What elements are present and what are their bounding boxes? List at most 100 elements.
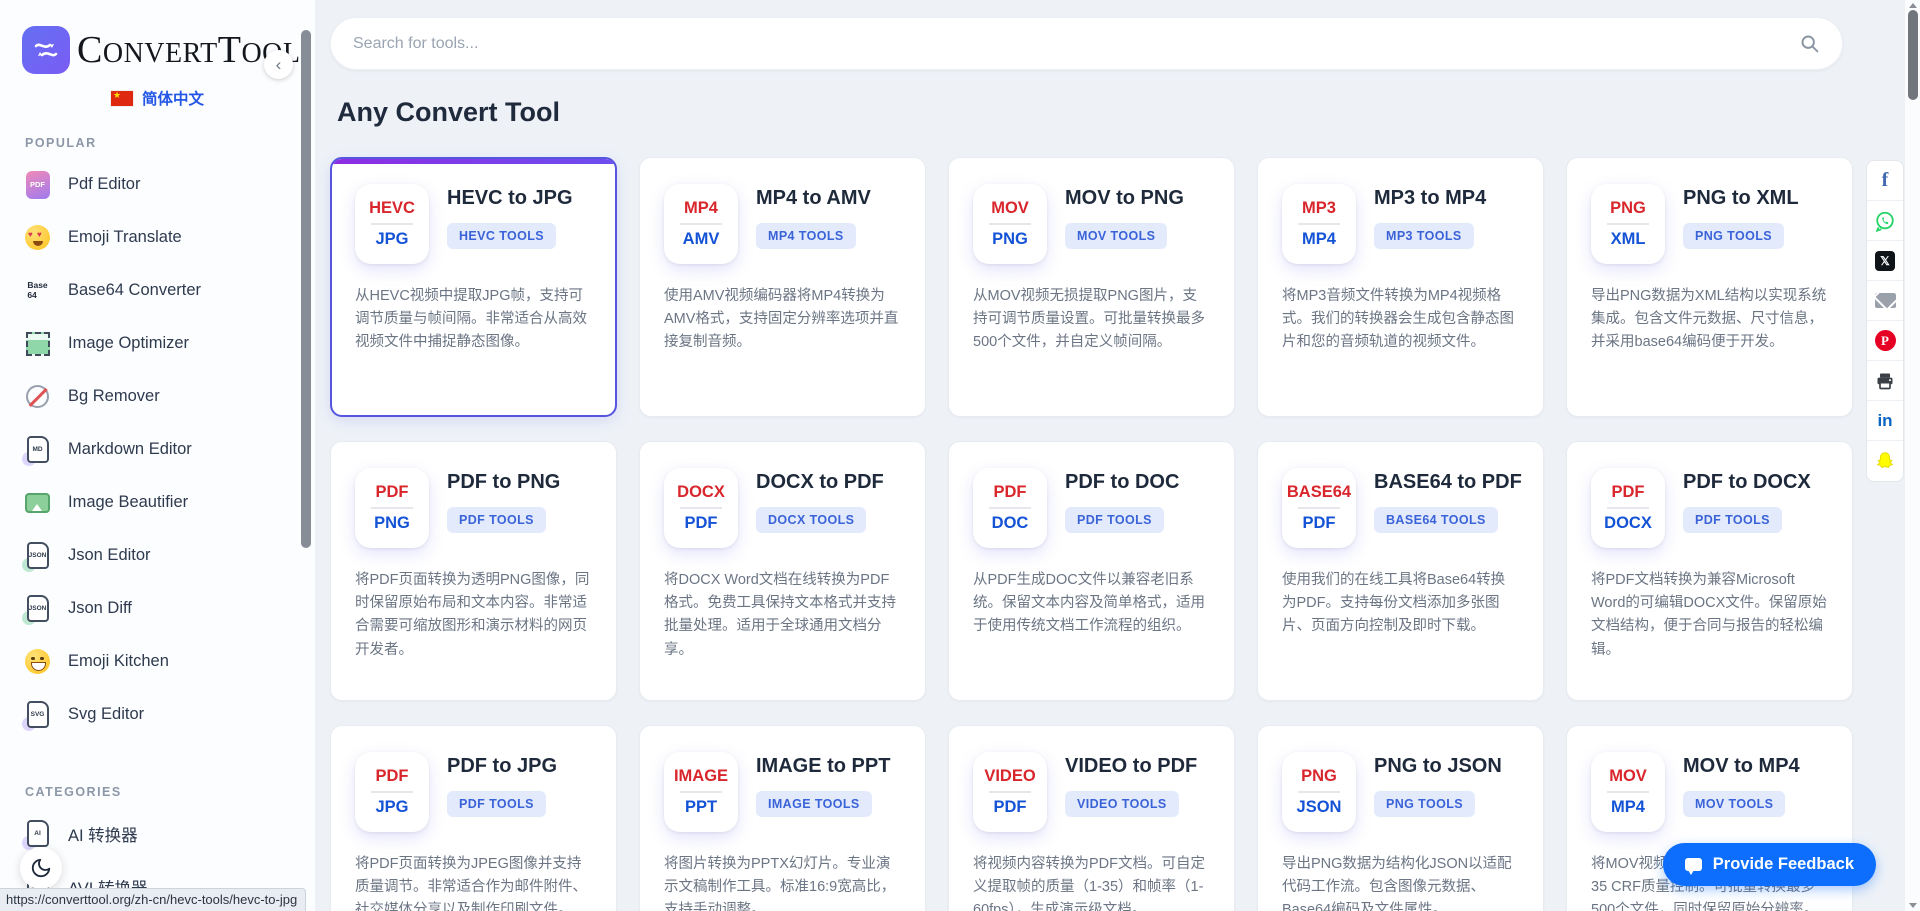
- pinterest-icon[interactable]: P: [1867, 321, 1903, 361]
- tool-card[interactable]: PNG JSON PNG to JSON PNG TOOLS 导出PNG数据为结…: [1257, 725, 1544, 911]
- tool-category-badge[interactable]: PDF TOOLS: [447, 791, 546, 817]
- moon-icon: [30, 857, 52, 879]
- sidebar-nav-item[interactable]: PDF Pdf Editor: [0, 158, 315, 211]
- page-scrollbar-thumb[interactable]: [1908, 10, 1918, 100]
- sidebar-nav-item[interactable]: JSON Json Editor: [0, 529, 315, 582]
- sidebar-nav-item[interactable]: MD Markdown Editor: [0, 423, 315, 476]
- tool-card[interactable]: PDF PNG PDF to PNG PDF TOOLS 将PDF页面转换为透明…: [330, 441, 617, 701]
- tool-description: 从MOV视频无损提取PNG图片，支持可调节质量设置。可批量转换最多500个文件，…: [973, 285, 1210, 355]
- image-optimizer-icon: [24, 330, 51, 358]
- tool-category-badge[interactable]: IMAGE TOOLS: [756, 791, 872, 817]
- sidebar-scrollbar-thumb[interactable]: [301, 30, 311, 548]
- sidebar-nav-item[interactable]: Base 64 Base64 Converter: [0, 264, 315, 317]
- sidebar-nav-item[interactable]: Image Optimizer: [0, 317, 315, 370]
- tool-description: 从HEVC视频中提取JPG帧，支持可调节质量与帧间隔。非常适合从高效视频文件中捕…: [355, 285, 592, 355]
- tool-title: MOV to PNG: [1065, 187, 1184, 210]
- target-format: PNG: [374, 514, 410, 533]
- feedback-label: Provide Feedback: [1713, 855, 1854, 874]
- tool-card[interactable]: PNG XML PNG to XML PNG TOOLS 导出PNG数据为XML…: [1566, 157, 1853, 417]
- source-format: PNG: [1301, 767, 1337, 786]
- tool-category-badge[interactable]: MOV TOOLS: [1683, 791, 1785, 817]
- source-format: PDF: [376, 767, 409, 786]
- tool-title: DOCX to PDF: [756, 471, 884, 494]
- format-tile-icon: MP3 MP4: [1282, 184, 1356, 264]
- tool-category-badge[interactable]: PDF TOOLS: [447, 507, 546, 533]
- tool-description: 从PDF生成DOC文件以兼容老旧系统。保留文本内容及简单格式，适用于使用传统文档…: [973, 569, 1210, 639]
- sidebar-nav-item[interactable]: Bg Remover: [0, 370, 315, 423]
- sidebar-nav-item[interactable]: Image Beautifier: [0, 476, 315, 529]
- tool-card[interactable]: IMAGE PPT IMAGE to PPT IMAGE TOOLS 将图片转换…: [639, 725, 926, 911]
- print-icon[interactable]: [1867, 361, 1903, 401]
- sidebar-nav-item[interactable]: SVG Svg Editor: [0, 688, 315, 741]
- tool-card[interactable]: MOV PNG MOV to PNG MOV TOOLS 从MOV视频无损提取P…: [948, 157, 1235, 417]
- tile-divider: [1607, 791, 1649, 793]
- target-format: JSON: [1297, 798, 1342, 817]
- x-twitter-icon[interactable]: 𝕏: [1867, 241, 1903, 281]
- target-format: PDF: [1303, 514, 1336, 533]
- markdown-file-icon: MD: [24, 436, 51, 464]
- tool-category-badge[interactable]: BASE64 TOOLS: [1374, 507, 1498, 533]
- popular-nav: PDF Pdf Editor Emoji Translate Base 64 B…: [0, 158, 315, 741]
- tool-card[interactable]: DOCX PDF DOCX to PDF DOCX TOOLS 将DOCX Wo…: [639, 441, 926, 701]
- sidebar-item-label: Base64 Converter: [68, 281, 201, 300]
- snapchat-icon[interactable]: [1867, 441, 1903, 481]
- source-format: MOV: [991, 199, 1029, 218]
- tool-description: 将PDF文档转换为兼容Microsoft Word的可编辑DOCX文件。保留原始…: [1591, 569, 1828, 662]
- sidebar-collapse-button[interactable]: ‹: [264, 50, 293, 79]
- tool-category-badge[interactable]: VIDEO TOOLS: [1065, 791, 1179, 817]
- format-tile-icon: PDF JPG: [355, 752, 429, 832]
- tool-card[interactable]: MP3 MP4 MP3 to MP4 MP3 TOOLS 将MP3音频文件转换为…: [1257, 157, 1544, 417]
- search-input[interactable]: [353, 35, 1799, 53]
- tool-description: 使用AMV视频编码器将MP4转换为AMV格式，支持固定分辨率选项并直接复制音频。: [664, 285, 901, 355]
- categories-section-label: CATEGORIES: [25, 785, 315, 799]
- json-file-icon: JSON: [24, 595, 51, 623]
- search-icon[interactable]: [1799, 33, 1820, 54]
- source-format: PDF: [1612, 483, 1645, 502]
- tool-card[interactable]: PDF DOC PDF to DOC PDF TOOLS 从PDF生成DOC文件…: [948, 441, 1235, 701]
- tool-category-badge[interactable]: MP4 TOOLS: [756, 223, 856, 249]
- tool-card[interactable]: HEVC JPG HEVC to JPG HEVC TOOLS 从HEVC视频中…: [330, 157, 617, 417]
- page-scrollbar[interactable]: [1904, 0, 1920, 911]
- dark-mode-toggle[interactable]: [20, 847, 62, 889]
- tool-category-badge[interactable]: MP3 TOOLS: [1374, 223, 1474, 249]
- tool-category-badge[interactable]: PNG TOOLS: [1374, 791, 1475, 817]
- tool-category-badge[interactable]: PNG TOOLS: [1683, 223, 1784, 249]
- language-switcher[interactable]: 简体中文: [0, 87, 315, 109]
- sidebar-nav-item[interactable]: Emoji Kitchen: [0, 635, 315, 688]
- provide-feedback-button[interactable]: Provide Feedback: [1663, 843, 1876, 886]
- format-tile-icon: DOCX PDF: [664, 468, 738, 548]
- scroll-up-arrow-icon[interactable]: [1909, 3, 1917, 8]
- format-tile-icon: HEVC JPG: [355, 184, 429, 264]
- whatsapp-icon[interactable]: [1867, 201, 1903, 241]
- format-tile-icon: BASE64 PDF: [1282, 468, 1356, 548]
- tool-card[interactable]: MP4 AMV MP4 to AMV MP4 TOOLS 使用AMV视频编码器将…: [639, 157, 926, 417]
- tools-grid: HEVC JPG HEVC to JPG HEVC TOOLS 从HEVC视频中…: [330, 157, 1858, 911]
- source-format: HEVC: [369, 199, 415, 218]
- sidebar-nav-item[interactable]: JSON Json Diff: [0, 582, 315, 635]
- tile-divider: [1607, 507, 1649, 509]
- format-tile-icon: MOV PNG: [973, 184, 1047, 264]
- sidebar-nav-item[interactable]: Emoji Translate: [0, 211, 315, 264]
- target-format: JPG: [375, 230, 408, 249]
- format-tile-icon: PDF PNG: [355, 468, 429, 548]
- tool-title: PNG to JSON: [1374, 755, 1502, 778]
- email-icon[interactable]: [1867, 281, 1903, 321]
- linkedin-icon[interactable]: in: [1867, 401, 1903, 441]
- tile-divider: [680, 791, 722, 793]
- tool-card[interactable]: BASE64 PDF BASE64 to PDF BASE64 TOOLS 使用…: [1257, 441, 1544, 701]
- tool-category-badge[interactable]: DOCX TOOLS: [756, 507, 866, 533]
- scroll-down-arrow-icon[interactable]: [1909, 903, 1917, 908]
- target-format: PDF: [994, 798, 1027, 817]
- tool-category-badge[interactable]: HEVC TOOLS: [447, 223, 556, 249]
- tool-card[interactable]: VIDEO PDF VIDEO to PDF VIDEO TOOLS 将视频内容…: [948, 725, 1235, 911]
- facebook-icon[interactable]: f: [1867, 161, 1903, 201]
- tool-card[interactable]: PDF DOCX PDF to DOCX PDF TOOLS 将PDF文档转换为…: [1566, 441, 1853, 701]
- tool-category-badge[interactable]: MOV TOOLS: [1065, 223, 1167, 249]
- format-tile-icon: MP4 AMV: [664, 184, 738, 264]
- tool-card[interactable]: PDF JPG PDF to JPG PDF TOOLS 将PDF页面转换为JP…: [330, 725, 617, 911]
- tool-category-badge[interactable]: PDF TOOLS: [1683, 507, 1782, 533]
- format-tile-icon: PNG XML: [1591, 184, 1665, 264]
- source-format: IMAGE: [674, 767, 728, 786]
- tool-category-badge[interactable]: PDF TOOLS: [1065, 507, 1164, 533]
- target-format: MP4: [1611, 798, 1645, 817]
